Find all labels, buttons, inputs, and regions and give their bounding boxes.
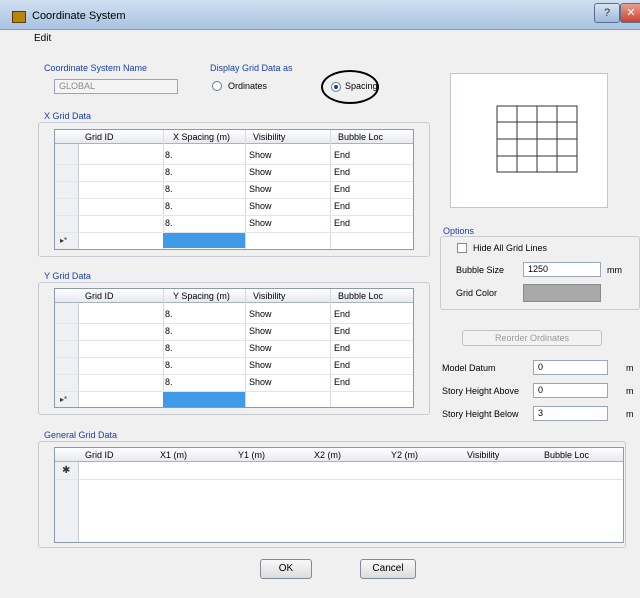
x-cell-spacing[interactable]: 8. — [165, 218, 173, 228]
y-grid-table[interactable]: Grid ID Y Spacing (m) Visibility Bubble … — [54, 288, 414, 408]
x-cell-bubble[interactable]: End — [334, 167, 350, 177]
x-grid-table[interactable]: Grid ID X Spacing (m) Visibility Bubble … — [54, 129, 414, 250]
coord-system-label: Coordinate System Name — [44, 63, 148, 73]
gen-col-bubble: Bubble Loc — [544, 450, 590, 460]
highlight-circle — [321, 70, 379, 104]
y-cell-visibility[interactable]: Show — [249, 309, 272, 319]
story-above-unit: m — [626, 386, 634, 396]
x-cell-spacing[interactable]: 8. — [165, 167, 173, 177]
y-grid-title: Y Grid Data — [44, 271, 91, 281]
x-cell-bubble[interactable]: End — [334, 184, 350, 194]
x-cell-visibility[interactable]: Show — [249, 184, 272, 194]
hide-grid-lines-label: Hide All Grid Lines — [473, 243, 548, 253]
display-grid-label: Display Grid Data as — [210, 63, 293, 73]
coord-system-name-field[interactable]: GLOBAL — [54, 79, 178, 94]
general-grid-table[interactable]: Grid ID X1 (m) Y1 (m) X2 (m) Y2 (m) Visi… — [54, 447, 624, 543]
x-cell-visibility[interactable]: Show — [249, 150, 272, 160]
x-new-row-marker: ▸* — [60, 236, 68, 245]
y-new-row-marker: ▸* — [60, 395, 68, 404]
close-button[interactable]: ✕ — [620, 3, 640, 23]
y-cell-visibility[interactable]: Show — [249, 343, 272, 353]
x-cell-spacing[interactable]: 8. — [165, 201, 173, 211]
x-cell-spacing[interactable]: 8. — [165, 150, 173, 160]
y-cell-bubble[interactable]: End — [334, 309, 350, 319]
model-datum-label: Model Datum — [442, 363, 496, 373]
x-col-bubble: Bubble Loc — [338, 132, 384, 142]
y-cell-bubble[interactable]: End — [334, 377, 350, 387]
ordinates-label: Ordinates — [228, 81, 268, 91]
grid-color-swatch[interactable] — [523, 284, 601, 302]
window-title: Coordinate System — [32, 10, 126, 22]
story-below-label: Story Height Below — [442, 409, 519, 419]
gen-col-visibility: Visibility — [467, 450, 500, 460]
x-cell-bubble[interactable]: End — [334, 201, 350, 211]
y-col-grid-id: Grid ID — [85, 291, 114, 301]
x-col-grid-id: Grid ID — [85, 132, 114, 142]
x-cell-bubble[interactable]: End — [334, 218, 350, 228]
y-grid-header: Grid ID Y Spacing (m) Visibility Bubble … — [55, 289, 413, 303]
story-below-unit: m — [626, 409, 634, 419]
gen-col-grid-id: Grid ID — [85, 450, 114, 460]
y-new-row-selection[interactable] — [163, 392, 245, 407]
y-cell-spacing[interactable]: 8. — [165, 377, 173, 387]
bubble-size-label: Bubble Size — [456, 265, 505, 275]
y-cell-visibility[interactable]: Show — [249, 360, 272, 370]
gen-col-x2: X2 (m) — [314, 450, 341, 460]
menu-bar — [0, 30, 640, 47]
general-grid-title: General Grid Data — [44, 430, 118, 440]
x-col-spacing: X Spacing (m) — [173, 132, 231, 142]
gen-col-y1: Y1 (m) — [238, 450, 265, 460]
model-datum-unit: m — [626, 363, 634, 373]
grid-color-label: Grid Color — [456, 288, 498, 298]
y-col-bubble: Bubble Loc — [338, 291, 384, 301]
gen-col-x1: X1 (m) — [160, 450, 187, 460]
y-col-spacing: Y Spacing (m) — [173, 291, 230, 301]
ordinates-radio[interactable] — [212, 81, 222, 91]
gen-col-y2: Y2 (m) — [391, 450, 418, 460]
x-new-row-selection[interactable] — [163, 233, 245, 248]
help-button[interactable]: ? — [594, 3, 620, 23]
grid-preview-drawing — [496, 105, 578, 173]
x-cell-bubble[interactable]: End — [334, 150, 350, 160]
general-new-row-marker: ✱ — [62, 465, 71, 476]
y-cell-bubble[interactable]: End — [334, 360, 350, 370]
app-icon — [12, 11, 26, 23]
x-cell-visibility[interactable]: Show — [249, 218, 272, 228]
y-cell-spacing[interactable]: 8. — [165, 360, 173, 370]
hide-grid-lines-checkbox[interactable] — [457, 243, 467, 253]
x-grid-title: X Grid Data — [44, 111, 92, 121]
general-grid-header: Grid ID X1 (m) Y1 (m) X2 (m) Y2 (m) Visi… — [55, 448, 623, 462]
grid-preview — [450, 73, 608, 208]
y-cell-visibility[interactable]: Show — [249, 326, 272, 336]
y-cell-spacing[interactable]: 8. — [165, 326, 173, 336]
story-below-field[interactable]: 3 — [533, 406, 608, 421]
x-cell-spacing[interactable]: 8. — [165, 184, 173, 194]
x-grid-header: Grid ID X Spacing (m) Visibility Bubble … — [55, 130, 413, 144]
y-cell-visibility[interactable]: Show — [249, 377, 272, 387]
x-cell-visibility[interactable]: Show — [249, 167, 272, 177]
x-row-header — [55, 144, 79, 249]
y-cell-spacing[interactable]: 8. — [165, 309, 173, 319]
y-col-visibility: Visibility — [253, 291, 286, 301]
x-col-visibility: Visibility — [253, 132, 286, 142]
menu-edit[interactable]: Edit — [34, 33, 51, 44]
options-title: Options — [443, 226, 475, 236]
model-datum-field[interactable]: 0 — [533, 360, 608, 375]
x-cell-visibility[interactable]: Show — [249, 201, 272, 211]
ok-button[interactable]: OK — [260, 559, 312, 579]
cancel-button[interactable]: Cancel — [360, 559, 416, 579]
bubble-size-unit: mm — [607, 265, 622, 275]
y-cell-bubble[interactable]: End — [334, 326, 350, 336]
y-cell-spacing[interactable]: 8. — [165, 343, 173, 353]
bubble-size-field[interactable]: 1250 — [523, 262, 601, 277]
story-above-field[interactable]: 0 — [533, 383, 608, 398]
y-cell-bubble[interactable]: End — [334, 343, 350, 353]
story-above-label: Story Height Above — [442, 386, 520, 396]
reorder-ordinates-button[interactable]: Reorder Ordinates — [462, 330, 602, 346]
